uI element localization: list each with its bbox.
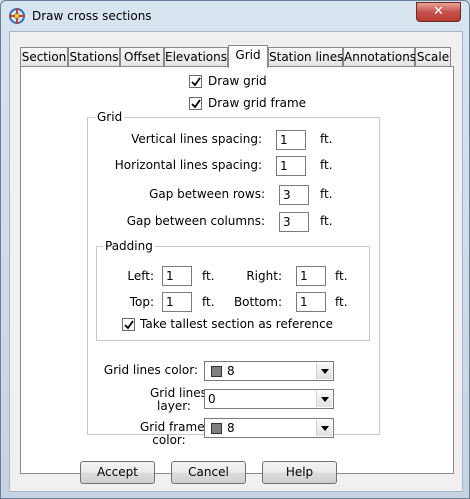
tab-annotations[interactable]: Annotations [343, 47, 416, 67]
color-swatch [211, 366, 222, 377]
close-button[interactable]: ✕ [416, 2, 461, 22]
padding-top-label: Top: [129, 295, 154, 309]
grid-lines-layer-value: 0 [208, 392, 216, 406]
grid-frame-color-value: 8 [227, 421, 235, 435]
padding-right-unit: ft. [335, 269, 348, 283]
gap-columns-label: Gap between columns: [126, 214, 265, 228]
grid-lines-color-select[interactable]: 8 [204, 361, 334, 381]
padding-bottom-unit: ft. [335, 295, 348, 309]
grid-frame-color-label-line2: color: [152, 433, 186, 447]
gap-rows-unit: ft. [320, 187, 333, 201]
horizontal-spacing-unit: ft. [320, 158, 333, 172]
padding-left-label: Left: [127, 269, 154, 283]
grid-lines-color-value: 8 [227, 364, 235, 378]
chevron-down-icon[interactable] [316, 363, 332, 379]
padding-left-input[interactable]: 1 [162, 266, 192, 286]
vertical-spacing-input[interactable]: 1 [276, 130, 306, 150]
accept-button[interactable]: Accept [80, 461, 155, 484]
checkmark-icon [124, 320, 134, 330]
horizontal-spacing-label: Horizontal lines spacing: [114, 158, 262, 172]
tab-station-lines[interactable]: Station lines [268, 47, 343, 67]
padding-group: Padding Left: 1 ft. Right: 1 ft. Top: 1 … [96, 239, 370, 341]
grid-group-legend: Grid [95, 110, 125, 124]
horizontal-spacing-input[interactable]: 1 [276, 156, 306, 176]
vertical-spacing-unit: ft. [320, 132, 333, 146]
draw-grid-label[interactable]: Draw grid [208, 74, 267, 88]
padding-top-unit: ft. [202, 295, 215, 309]
draw-grid-frame-label[interactable]: Draw grid frame [208, 96, 306, 110]
gap-columns-input[interactable]: 3 [279, 212, 309, 232]
draw-grid-checkbox[interactable] [189, 75, 202, 88]
title-bar[interactable]: Draw cross sections ✕ [1, 1, 469, 31]
tab-elevations[interactable]: Elevations [164, 47, 228, 67]
padding-top-input[interactable]: 1 [162, 292, 192, 312]
app-icon [8, 7, 26, 25]
padding-bottom-label: Bottom: [233, 295, 282, 309]
tab-stations[interactable]: Stations [68, 47, 120, 67]
grid-frame-color-select[interactable]: 8 [204, 418, 334, 438]
tallest-reference-label[interactable]: Take tallest section as reference [140, 317, 333, 331]
padding-right-input[interactable]: 1 [296, 266, 326, 286]
padding-group-legend: Padding [103, 239, 155, 253]
gap-rows-input[interactable]: 3 [279, 185, 309, 205]
tab-scale[interactable]: Scale [415, 47, 451, 67]
checkmark-icon [191, 99, 201, 109]
tab-section[interactable]: Section [20, 47, 68, 67]
vertical-spacing-label: Vertical lines spacing: [131, 132, 262, 146]
tab-grid[interactable]: Grid [228, 45, 268, 68]
grid-lines-layer-label-line1: Grid lines [150, 386, 207, 400]
grid-tab-panel: Draw grid Draw grid frame Grid Vertical … [20, 66, 454, 474]
tallest-reference-checkbox[interactable] [122, 318, 135, 331]
gap-columns-unit: ft. [320, 214, 333, 228]
close-icon: ✕ [433, 4, 444, 19]
color-swatch [211, 423, 222, 434]
chevron-down-icon[interactable] [316, 420, 332, 436]
grid-lines-layer-label-line2: layer: [157, 399, 191, 413]
padding-right-label: Right: [246, 269, 282, 283]
cancel-button[interactable]: Cancel [171, 461, 246, 484]
draw-grid-frame-checkbox[interactable] [189, 97, 202, 110]
tab-offset[interactable]: Offset [120, 47, 164, 67]
gap-rows-label: Gap between rows: [149, 187, 265, 201]
window-title: Draw cross sections [32, 9, 152, 23]
dialog-client: Section Stations Offset Elevations Grid … [9, 31, 463, 492]
dialog-window: Draw cross sections ✕ Section Stations O… [0, 0, 470, 499]
padding-left-unit: ft. [202, 269, 215, 283]
grid-lines-color-label: Grid lines color: [103, 363, 198, 377]
grid-lines-layer-select[interactable]: 0 [204, 389, 334, 409]
checkmark-icon [191, 77, 201, 87]
chevron-down-icon[interactable] [316, 391, 332, 407]
grid-frame-color-label-line1: Grid frame [140, 420, 205, 434]
padding-bottom-input[interactable]: 1 [296, 292, 326, 312]
help-button[interactable]: Help [262, 461, 337, 484]
grid-group: Grid Vertical lines spacing: 1 ft. Horiz… [87, 110, 380, 447]
